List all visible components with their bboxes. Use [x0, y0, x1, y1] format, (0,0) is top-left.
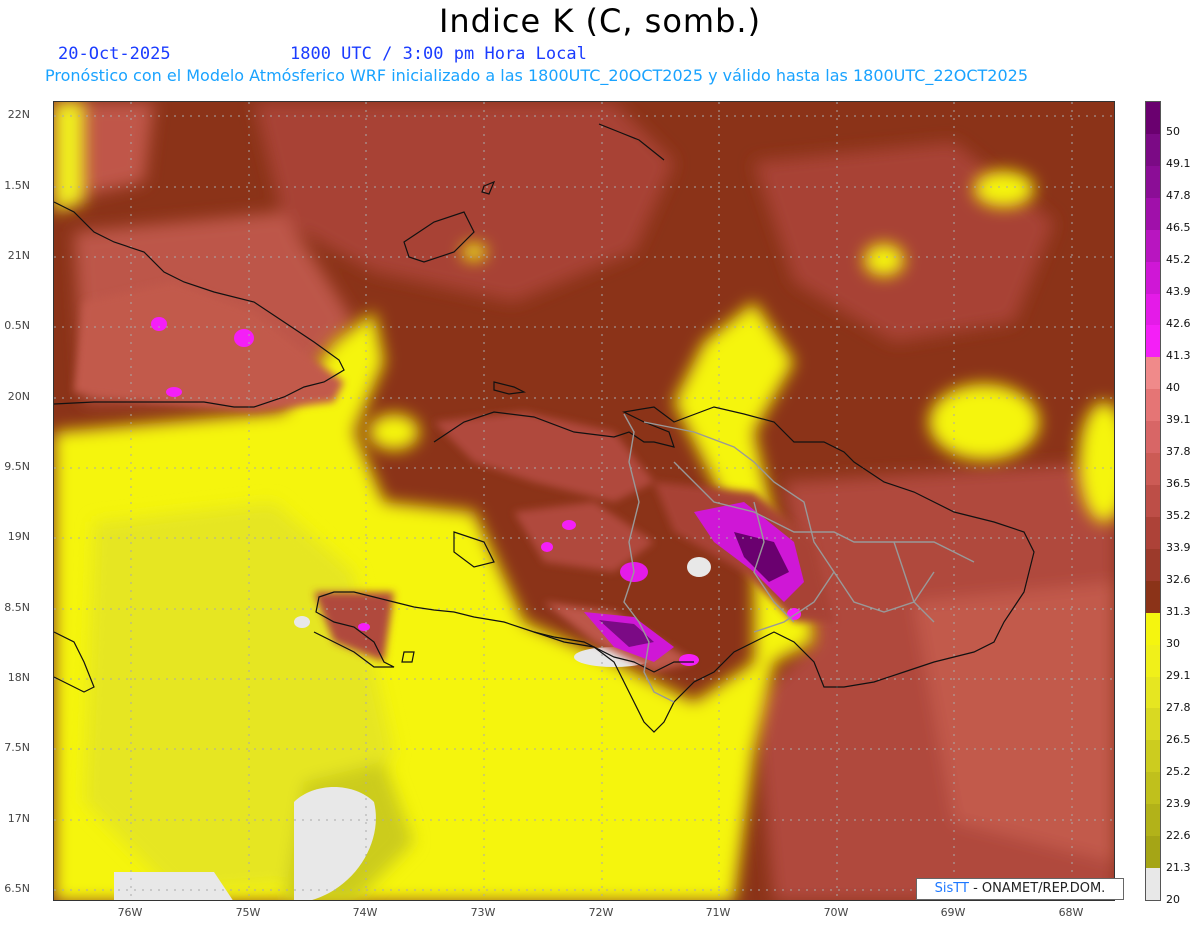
colorbar-segment	[1146, 516, 1160, 550]
colorbar-label: 30	[1166, 637, 1180, 650]
colorbar-segment	[1146, 165, 1160, 199]
colorbar-segment	[1146, 868, 1160, 901]
credit-org: - ONAMET/REP.DOM.	[973, 881, 1106, 896]
lat-label: 8.5N	[4, 601, 30, 614]
colorbar-segment	[1146, 421, 1160, 454]
lon-label: 73W	[470, 906, 496, 919]
colorbar-label: 47.8	[1166, 189, 1191, 202]
colorbar	[1145, 101, 1161, 901]
lon-label: 75W	[235, 906, 261, 919]
colorbar-label: 35.2	[1166, 509, 1191, 522]
colorbar-segment	[1146, 740, 1160, 773]
lon-label: 72W	[588, 906, 614, 919]
lat-label: 1.5N	[4, 179, 30, 192]
lon-label: 71W	[705, 906, 731, 919]
colorbar-segment	[1146, 548, 1160, 582]
colorbar-segment	[1146, 102, 1160, 135]
colorbar-segment	[1146, 804, 1160, 837]
colorbar-segment	[1146, 389, 1160, 422]
colorbar-label: 39.1	[1166, 413, 1191, 426]
colorbar-segment	[1146, 772, 1160, 805]
forecast-date: 20-Oct-2025	[58, 44, 171, 64]
lat-label: 17N	[7, 812, 30, 825]
colorbar-segment	[1146, 357, 1160, 390]
colorbar-label: 22.6	[1166, 829, 1191, 842]
colorbar-segment	[1146, 325, 1160, 358]
colorbar-label: 37.8	[1166, 445, 1191, 458]
credit-box: SisTT - ONAMET/REP.DOM.	[916, 878, 1124, 900]
lat-label: 20N	[7, 390, 30, 403]
k-index-map	[53, 101, 1115, 901]
colorbar-segment	[1146, 453, 1160, 486]
map-canvas	[54, 102, 1114, 900]
colorbar-label: 25.2	[1166, 765, 1191, 778]
lon-label: 68W	[1058, 906, 1084, 919]
colorbar-label: 46.5	[1166, 221, 1191, 234]
colorbar-segment	[1146, 293, 1160, 326]
colorbar-label: 33.9	[1166, 541, 1191, 554]
lat-label: 22N	[7, 108, 30, 121]
colorbar-segment	[1146, 485, 1160, 518]
colorbar-label: 31.3	[1166, 605, 1191, 618]
colorbar-label: 29.1	[1166, 669, 1191, 682]
colorbar-segment	[1146, 261, 1160, 294]
lon-label: 76W	[117, 906, 143, 919]
colorbar-label: 36.5	[1166, 477, 1191, 490]
colorbar-label: 40	[1166, 381, 1180, 394]
lat-label: 21N	[7, 249, 30, 262]
colorbar-segment	[1146, 229, 1160, 263]
map-title: Indice K (C, somb.)	[438, 2, 762, 40]
forecast-time: 1800 UTC / 3:00 pm Hora Local	[290, 44, 587, 64]
model-description: Pronóstico con el Modelo Atmósferico WRF…	[45, 66, 1029, 85]
colorbar-label: 23.9	[1166, 797, 1191, 810]
colorbar-label: 49.1	[1166, 157, 1191, 170]
colorbar-segment	[1146, 708, 1160, 741]
lat-label: 9.5N	[4, 460, 30, 473]
colorbar-label: 32.6	[1166, 573, 1191, 586]
colorbar-segment	[1146, 580, 1160, 614]
lat-label: 0.5N	[4, 319, 30, 332]
colorbar-label: 26.5	[1166, 733, 1191, 746]
credit-brand: SisTT	[934, 881, 969, 896]
lat-label: 6.5N	[4, 882, 30, 895]
colorbar-segment	[1146, 644, 1160, 678]
colorbar-segment	[1146, 133, 1160, 167]
lon-label: 69W	[940, 906, 966, 919]
colorbar-label: 50	[1166, 125, 1180, 138]
lon-label: 74W	[352, 906, 378, 919]
lat-label: 7.5N	[4, 741, 30, 754]
colorbar-segment	[1146, 197, 1160, 231]
colorbar-segment	[1146, 612, 1160, 646]
colorbar-segment	[1146, 836, 1160, 869]
colorbar-label: 27.8	[1166, 701, 1191, 714]
colorbar-label: 41.3	[1166, 349, 1191, 362]
lat-label: 18N	[7, 671, 30, 684]
colorbar-segment	[1146, 676, 1160, 709]
lon-label: 70W	[823, 906, 849, 919]
colorbar-label: 21.3	[1166, 861, 1191, 874]
colorbar-label: 43.9	[1166, 285, 1191, 298]
colorbar-label: 45.2	[1166, 253, 1191, 266]
colorbar-label: 20	[1166, 893, 1180, 906]
lat-label: 19N	[7, 530, 30, 543]
colorbar-label: 42.6	[1166, 317, 1191, 330]
